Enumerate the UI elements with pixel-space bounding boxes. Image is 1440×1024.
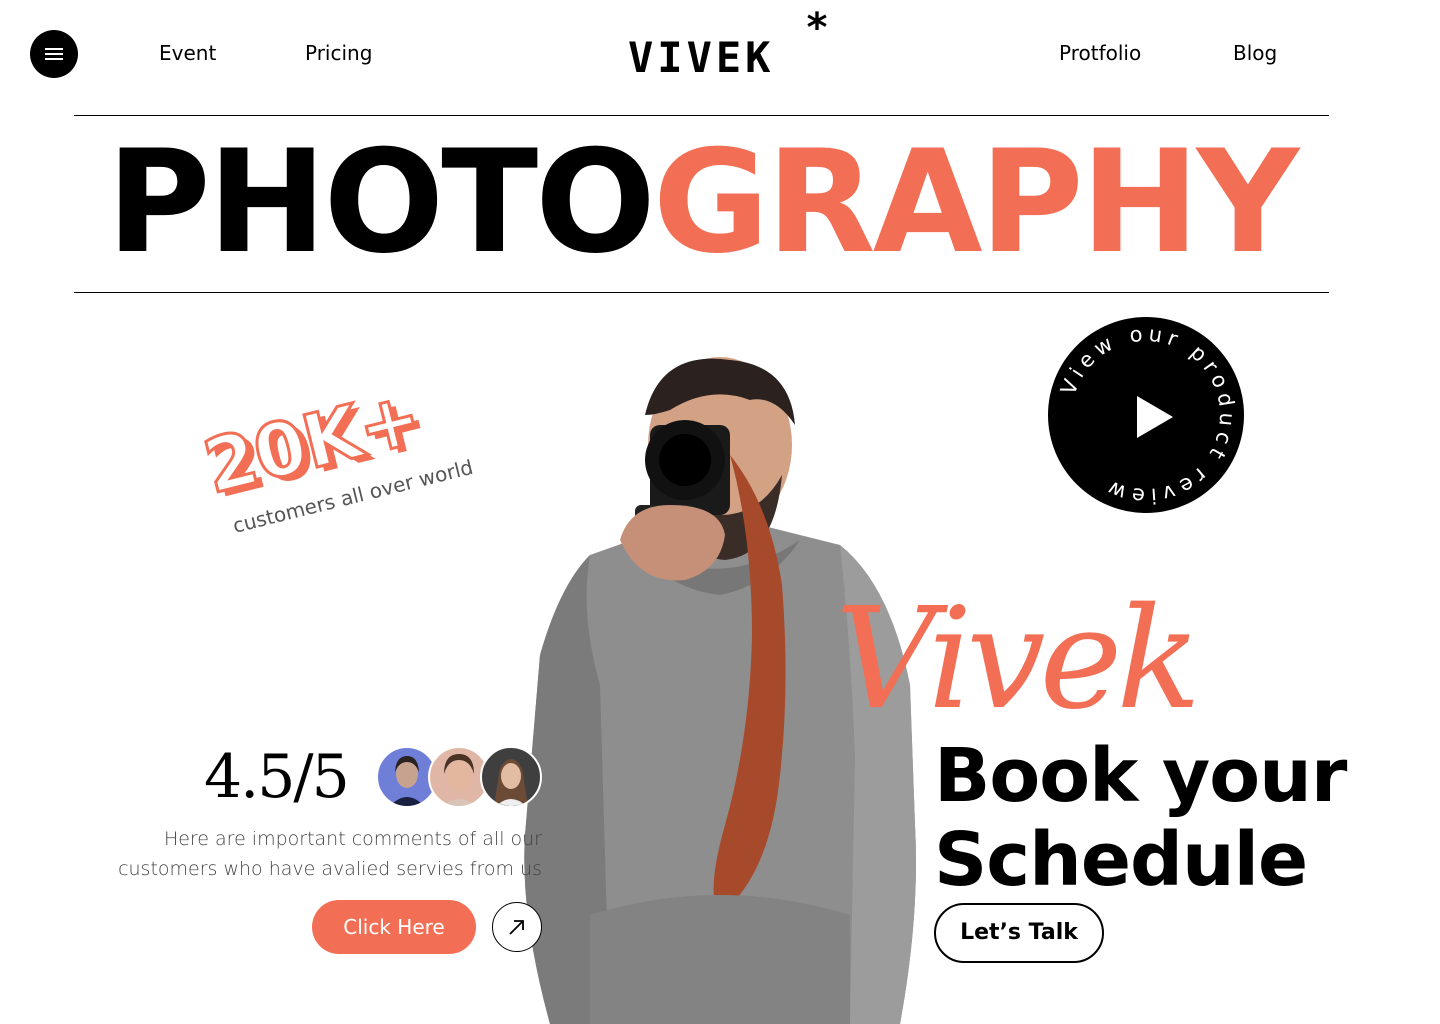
logo-text: VIVEK xyxy=(628,33,775,82)
customer-count-sticker: 20K+ customers all over world xyxy=(187,350,517,578)
testimonial-line1: Here are important comments of all our xyxy=(163,828,542,850)
testimonial-text: Here are important comments of all our c… xyxy=(90,824,542,884)
lets-talk-button[interactable]: Let’s Talk xyxy=(934,903,1104,963)
hero-title-accent: GRAPHY xyxy=(652,120,1300,285)
menu-icon xyxy=(45,48,63,60)
click-here-button[interactable]: Click Here xyxy=(312,900,476,954)
book-heading: Book your Schedule xyxy=(934,733,1347,903)
bottom-divider xyxy=(74,292,1329,293)
nav-event[interactable]: Event xyxy=(159,41,216,65)
customer-avatars xyxy=(376,746,546,808)
nav-blog[interactable]: Blog xyxy=(1233,41,1277,65)
top-divider xyxy=(74,115,1329,116)
hero-title-dark: PHOTO xyxy=(106,120,656,285)
logo-mark: * xyxy=(805,5,830,51)
arrow-up-right-icon xyxy=(509,920,524,935)
avatar xyxy=(480,746,542,808)
book-heading-line1: Book your xyxy=(934,733,1347,819)
product-review-badge[interactable]: View our product review xyxy=(1047,316,1245,514)
book-heading-line2: Schedule xyxy=(934,817,1308,903)
arrow-button[interactable] xyxy=(492,902,542,952)
nav-portfolio[interactable]: Protfolio xyxy=(1059,41,1141,65)
testimonial-line2: customers who have avalied servies from … xyxy=(118,858,542,880)
hero-title: PHOTOGRAPHY xyxy=(74,128,1329,278)
logo[interactable]: VIVEK * xyxy=(628,8,843,82)
menu-button[interactable] xyxy=(30,30,78,78)
signature: Vivek xyxy=(835,578,1201,741)
rating-value: 4.5/5 xyxy=(204,742,350,812)
nav-pricing[interactable]: Pricing xyxy=(305,41,372,65)
